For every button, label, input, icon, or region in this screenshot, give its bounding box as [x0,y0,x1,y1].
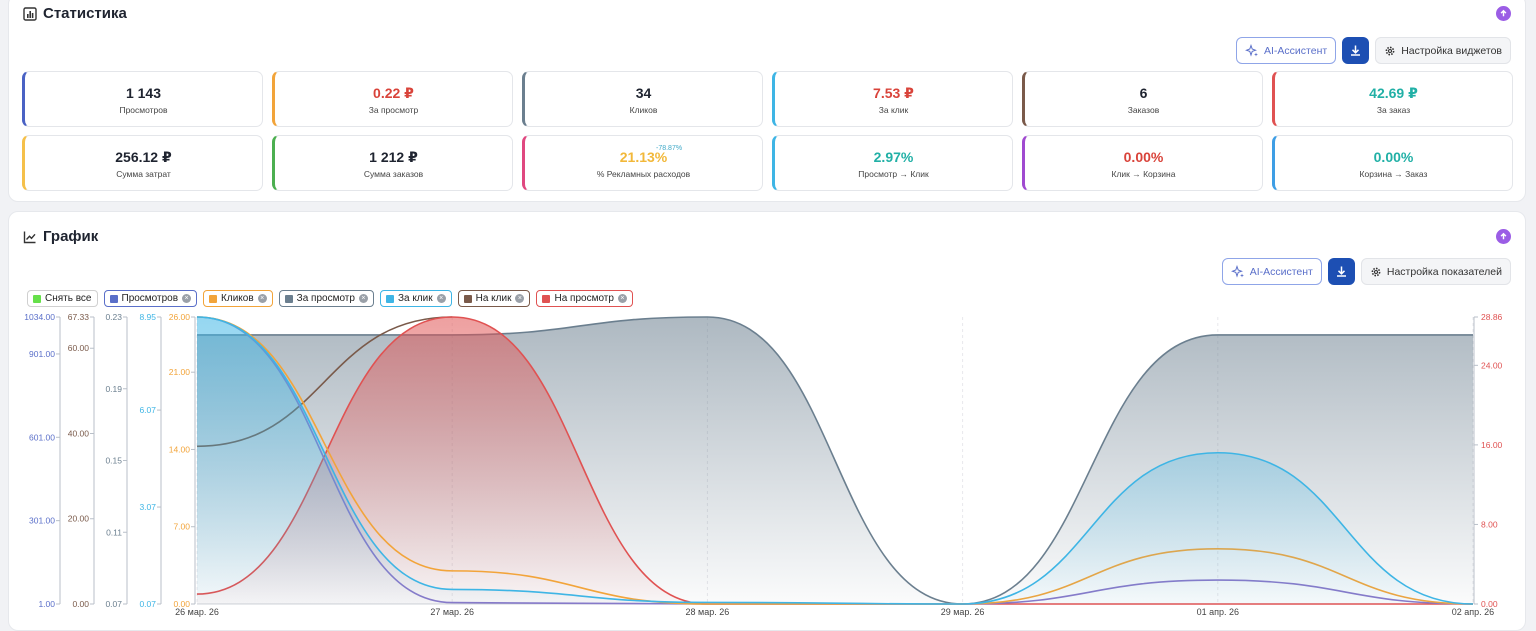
y-tick-label: 0.07 [139,599,156,609]
y-tick-label: 0.00 [1481,599,1498,609]
y-tick-label: 301.00 [29,516,55,526]
y-tick-label: 901.00 [29,349,55,359]
y-tick-label: 0.11 [106,527,122,537]
y-tick-label: 16.00 [1481,440,1503,450]
y-tick-label: 0.00 [173,599,190,609]
y-tick-label: 60.00 [68,343,90,353]
y-tick-label: 14.00 [169,444,191,454]
y-tick-label: 1.00 [38,599,55,609]
y-tick-label: 3.07 [139,502,156,512]
y-tick-label: 6.07 [139,405,156,415]
y-tick-label: 20.00 [68,514,90,524]
y-tick-label: 601.00 [29,432,55,442]
line-chart: 26 мар. 26 27 мар. 26 28 мар. 26 29 мар. 26… [24,312,1503,617]
x-tick-label: 01 апр. 26 [1197,607,1239,617]
y-tick-label: 21.00 [169,367,191,377]
y-tick-label: 0.23 [105,312,122,322]
x-tick-label: 28 мар. 26 [686,607,730,617]
y-tick-label: 0.19 [105,384,122,394]
y-tick-label: 40.00 [68,428,90,438]
y-tick-label: 0.00 [72,599,89,609]
y-tick-label: 26.00 [169,312,191,322]
y-tick-label: 67.33 [68,312,90,322]
y-tick-label: 7.00 [173,522,190,532]
y-tick-label: 28.86 [1481,312,1503,322]
y-tick-label: 24.00 [1481,360,1503,370]
x-tick-label: 27 мар. 26 [430,607,474,617]
x-tick-label: 29 мар. 26 [941,607,985,617]
y-tick-label: 8.00 [1481,519,1498,529]
y-tick-label: 1034.00 [24,312,55,322]
y-tick-label: 0.15 [105,456,122,466]
y-tick-label: 8.95 [139,312,156,322]
y-tick-label: 0.07 [105,599,122,609]
